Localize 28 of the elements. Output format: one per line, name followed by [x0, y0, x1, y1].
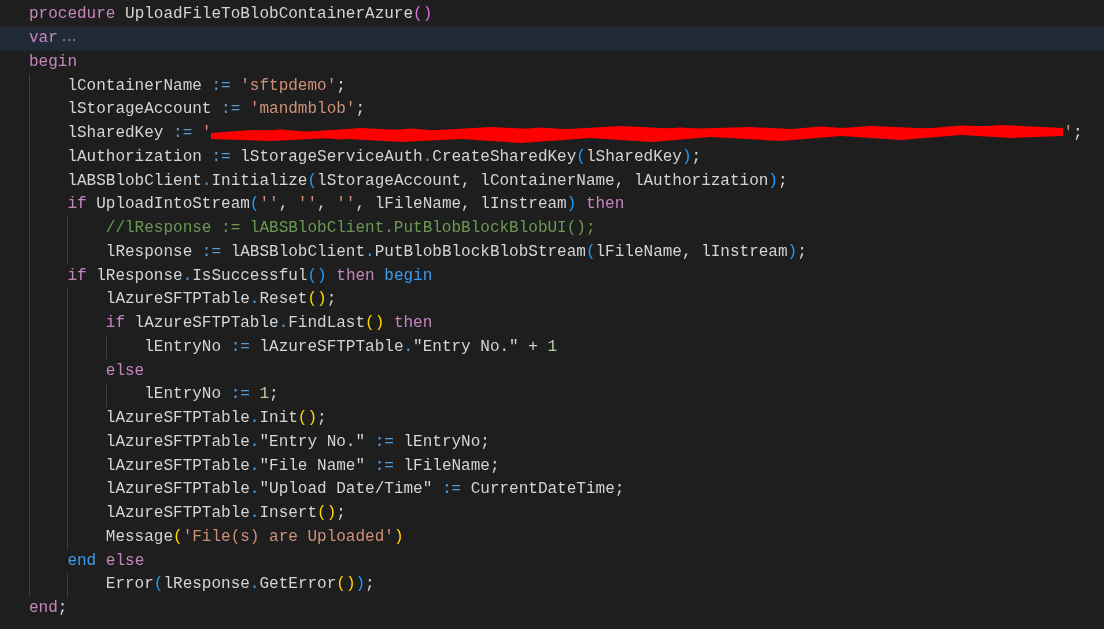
code-line: lContainerName := 'sftpdemo'; — [67, 76, 346, 96]
code-line: lEntryNo := 1; — [144, 385, 279, 405]
code-line: if UploadIntoStream('', '', '', lFileName, lInstream) then — [67, 195, 625, 215]
code-line: lAzureSFTPTable.Init(); — [105, 409, 327, 429]
code-text: '; — [1063, 124, 1083, 144]
code-line: end else — [67, 551, 145, 571]
code-line: lAzureSFTPTable."File Name" := lFileName; — [105, 456, 500, 476]
code-line: end; — [29, 599, 68, 619]
code-line: if lAzureSFTPTable.FindLast() then — [105, 314, 433, 334]
code-line: lAzureSFTPTable.Insert(); — [105, 504, 346, 524]
code-line: Message('File(s) are Uploaded') — [105, 527, 404, 547]
code-line: lABSBlobClient.Initialize(lStorageAccount, lContainerName, lAuthorization); — [67, 171, 788, 191]
code-line: begin — [29, 52, 77, 72]
code-line: lResponse := lABSBlobClient.PutBlobBlockBlobStream(lFileName, lInstream); — [105, 242, 807, 262]
code-line: lAzureSFTPTable."Upload Date/Time" := CurrentDateTime; — [105, 480, 625, 500]
ellipsis-icon[interactable] — [62, 39, 75, 42]
code-line: else — [105, 361, 145, 381]
code-line: var — [29, 29, 58, 49]
code-line: procedure UploadFileToBlobContainerAzure() — [29, 5, 433, 25]
code-line: Error(lResponse.GetError()); — [105, 575, 375, 595]
code-line: lStorageAccount := 'mandmblob'; — [67, 100, 366, 120]
code-line: lAuthorization := lStorageServiceAuth.CreateSharedKey(lSharedKey); — [67, 147, 702, 167]
code-line: //lResponse := lABSBlobClient.PutBlobBlockBlobUI(); — [105, 219, 596, 239]
code-line: lAzureSFTPTable.Reset(); — [105, 290, 337, 310]
code-line: lEntryNo := lAzureSFTPTable."Entry No." + 1 — [144, 337, 558, 357]
code-line: lAzureSFTPTable."Entry No." := lEntryNo; — [105, 432, 490, 452]
code-line: if lResponse.IsSuccessful() then begin — [67, 266, 433, 286]
code-text: lSharedKey := ' — [67, 124, 212, 144]
